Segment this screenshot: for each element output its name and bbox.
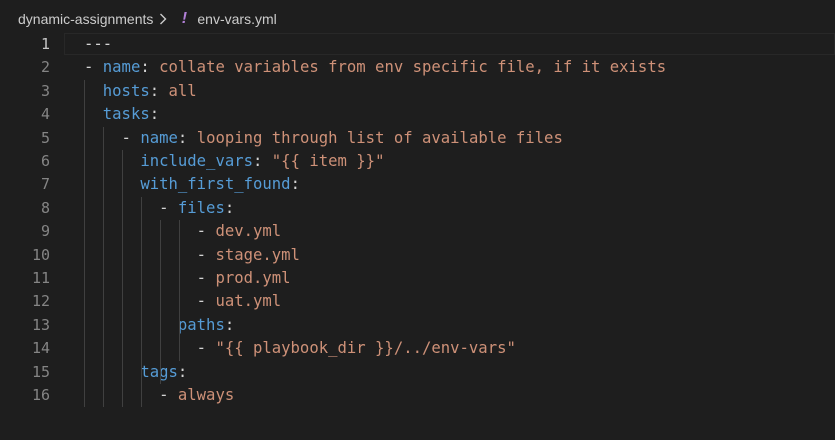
line-code[interactable]: - prod.yml (84, 267, 291, 290)
line-code[interactable]: - dev.yml (84, 220, 282, 243)
line-code[interactable]: - uat.yml (84, 290, 282, 313)
code-line[interactable]: 3 hosts: all (0, 80, 835, 103)
yaml-punctuation: : (177, 128, 197, 147)
yaml-punctuation: --- (84, 35, 113, 53)
code-line[interactable]: 2 - name: collate variables from env spec… (0, 56, 835, 79)
line-code[interactable]: --- (84, 33, 112, 56)
yaml-punctuation (84, 82, 103, 100)
yaml-value: uat.yml (215, 292, 282, 311)
line-number[interactable]: 6 (0, 150, 50, 173)
yaml-punctuation: : (177, 362, 188, 381)
yaml-key: include_vars (140, 152, 254, 170)
yaml-value: always (177, 386, 235, 404)
yaml-punctuation: : (140, 58, 160, 77)
yaml-punctuation: - (84, 386, 178, 404)
yaml-value: "{{ playbook_dir }}/../env-vars" (215, 339, 516, 358)
line-number[interactable]: 15 (0, 361, 50, 384)
code-line[interactable]: 15 tags: (0, 361, 835, 384)
code-line[interactable]: 9 - dev.yml (0, 220, 835, 243)
yaml-punctuation: : (224, 198, 235, 217)
line-code[interactable]: - stage.yml (84, 244, 300, 267)
breadcrumb-folder[interactable]: dynamic-assignments (18, 11, 153, 27)
code-line[interactable]: 14 - "{{ playbook_dir }}/../env-vars" (0, 337, 835, 360)
yaml-key: with_first_found (140, 175, 291, 194)
code-line[interactable]: 10 - stage.yml (0, 244, 835, 267)
code-line[interactable]: 6 include_vars: "{{ item }}" (0, 150, 835, 173)
indent-guide (84, 79, 85, 408)
line-code[interactable]: hosts: all (84, 80, 197, 103)
indent-guide (141, 196, 142, 408)
yaml-punctuation: - (84, 198, 178, 217)
line-code[interactable]: tasks: (84, 103, 159, 126)
line-code[interactable]: with_first_found: (84, 173, 300, 196)
yaml-value: stage.yml (215, 245, 300, 264)
code-line[interactable]: 13 paths: (0, 314, 835, 337)
yaml-value: looping through list of available files (196, 128, 563, 147)
yaml-punctuation (84, 175, 140, 193)
yaml-key: hosts (102, 81, 150, 100)
yaml-punctuation (84, 363, 140, 381)
indent-guide (160, 220, 161, 384)
yaml-punctuation: : (290, 175, 300, 194)
line-number[interactable]: 12 (0, 290, 50, 313)
code-line[interactable]: 8 - files: (0, 197, 835, 220)
code-line[interactable]: 7 with_first_found: (0, 173, 835, 196)
code-line[interactable]: 5 - name: looping through list of availa… (0, 127, 835, 150)
yaml-key: tasks (102, 105, 150, 124)
line-number[interactable]: 2 (0, 56, 50, 79)
yaml-key: name (102, 58, 141, 77)
yaml-value: "{{ item }}" (271, 152, 385, 170)
yaml-value: all (168, 81, 197, 100)
yaml-punctuation (84, 316, 178, 334)
line-number[interactable]: 4 (0, 103, 50, 126)
line-code[interactable]: - always (84, 384, 234, 407)
line-code[interactable]: - "{{ playbook_dir }}/../env-vars" (84, 337, 516, 360)
line-number[interactable]: 9 (0, 220, 50, 243)
yaml-key: name (140, 128, 178, 147)
yaml-punctuation: : (149, 81, 169, 100)
breadcrumb-file[interactable]: env-vars.yml (197, 11, 276, 27)
line-code[interactable]: - name: looping through list of availabl… (84, 127, 563, 150)
indent-guide (103, 126, 104, 408)
yaml-value: collate variables from env specific file… (159, 58, 667, 77)
yaml-punctuation (84, 152, 140, 170)
breadcrumb: dynamic-assignments ! env-vars.yml (0, 0, 835, 37)
code-line[interactable]: 4 tasks: (0, 103, 835, 126)
line-number[interactable]: 5 (0, 127, 50, 150)
chevron-right-icon (159, 13, 167, 25)
yaml-punctuation: - (84, 58, 103, 77)
yaml-punctuation (84, 105, 103, 123)
line-code[interactable]: tags: (84, 361, 187, 384)
yaml-punctuation: : (224, 315, 235, 334)
line-number[interactable]: 11 (0, 267, 50, 290)
yaml-key: files (177, 198, 225, 217)
code-line[interactable]: 12 - uat.yml (0, 290, 835, 313)
code-line[interactable]: 11 - prod.yml (0, 267, 835, 290)
line-number[interactable]: 10 (0, 244, 50, 267)
yaml-punctuation: - (84, 128, 141, 147)
yaml-key: paths (177, 315, 225, 334)
indent-guide (122, 150, 123, 408)
line-number[interactable]: 1 (0, 33, 50, 56)
line-code[interactable]: - files: (84, 197, 234, 220)
code-editor[interactable]: 1 --- 2- name: collate variables from env … (0, 33, 835, 433)
line-number[interactable]: 7 (0, 173, 50, 196)
line-code[interactable]: - name: collate variables from env speci… (84, 56, 666, 79)
yaml-exclamation-icon: ! (181, 9, 188, 27)
line-code[interactable]: include_vars: "{{ item }}" (84, 150, 384, 173)
line-number[interactable]: 8 (0, 197, 50, 220)
yaml-punctuation: : (253, 152, 272, 170)
code-line[interactable]: 1 --- (0, 33, 835, 56)
code-line[interactable]: 16 - always (0, 384, 835, 407)
line-number[interactable]: 3 (0, 80, 50, 103)
line-number[interactable]: 14 (0, 337, 50, 360)
line-number[interactable]: 16 (0, 384, 50, 407)
line-number[interactable]: 13 (0, 314, 50, 337)
yaml-value: dev.yml (215, 222, 282, 241)
indent-guide (179, 220, 180, 361)
yaml-value: prod.yml (215, 269, 291, 287)
yaml-punctuation: : (149, 105, 160, 124)
